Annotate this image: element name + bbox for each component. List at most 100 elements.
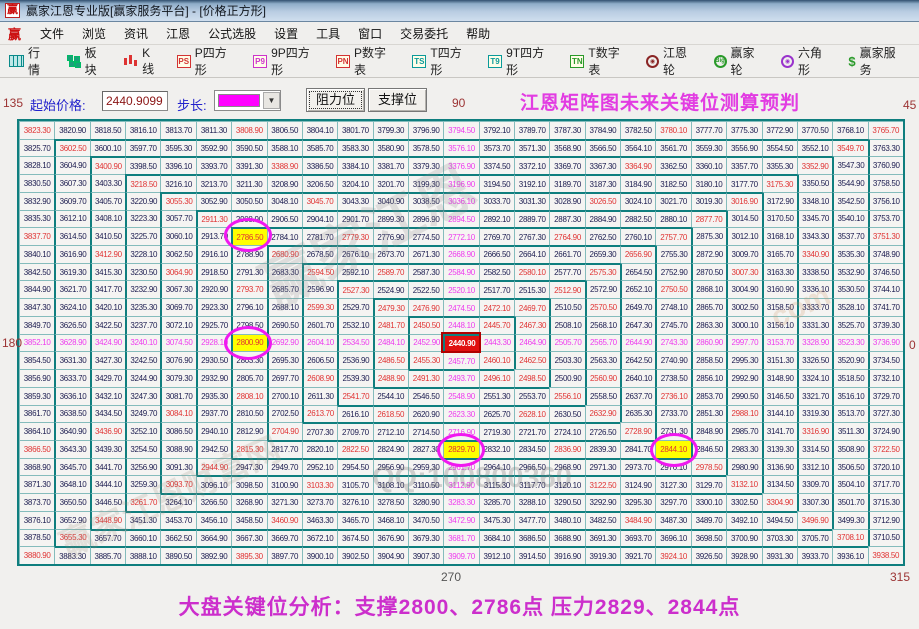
grid-cell[interactable]: 3597.70 <box>125 139 160 157</box>
grid-cell[interactable]: 3876.10 <box>19 511 54 529</box>
grid-cell[interactable]: 3103.30 <box>302 475 337 493</box>
grid-cell[interactable]: 3856.90 <box>19 369 54 387</box>
grid-cell[interactable]: 3588.10 <box>267 139 302 157</box>
grid-cell[interactable]: 3232.90 <box>125 280 160 298</box>
grid-cell[interactable]: 3746.50 <box>868 263 903 281</box>
grid-cell[interactable]: 3900.10 <box>302 546 337 564</box>
grid-cell[interactable]: 3840.10 <box>19 245 54 263</box>
grid-cell[interactable]: 3482.50 <box>585 511 620 529</box>
grid-cell[interactable]: 3828.10 <box>19 156 54 174</box>
grid-cell[interactable]: 3842.50 <box>19 263 54 281</box>
grid-cell[interactable]: 3396.10 <box>160 156 195 174</box>
grid-cell[interactable]: 2868.10 <box>691 280 726 298</box>
grid-cell[interactable]: 2642.50 <box>620 351 655 369</box>
grid-cell[interactable]: 3806.50 <box>267 121 302 139</box>
grid-cell[interactable]: 3367.30 <box>585 156 620 174</box>
grid-cell[interactable]: 3904.90 <box>373 546 408 564</box>
grid-cell[interactable]: 3050.50 <box>231 192 266 210</box>
grid-cell[interactable]: 3021.70 <box>655 192 690 210</box>
grid-cell[interactable]: 3607.30 <box>54 174 89 192</box>
grid-cell[interactable]: 2767.30 <box>514 227 549 245</box>
grid-cell[interactable]: 2978.50 <box>691 458 726 476</box>
grid-cell[interactable]: 2556.10 <box>549 387 584 405</box>
grid-cell[interactable]: 3417.70 <box>90 280 125 298</box>
grid-cell[interactable]: 3686.50 <box>514 529 549 547</box>
grid-cell[interactable]: 2659.30 <box>585 245 620 263</box>
grid-cell[interactable]: 3604.90 <box>54 156 89 174</box>
grid-cell[interactable]: 2625.70 <box>479 405 514 423</box>
grid-cell[interactable]: 3674.50 <box>337 529 372 547</box>
grid-cell[interactable]: 2892.10 <box>479 210 514 228</box>
grid-cell[interactable]: 2928.10 <box>196 334 231 352</box>
grid-cell[interactable]: 2493.70 <box>443 369 478 387</box>
grid-cell[interactable]: 3818.50 <box>90 121 125 139</box>
grid-cell[interactable]: 3600.10 <box>90 139 125 157</box>
grid-cell[interactable]: 2846.50 <box>691 440 726 458</box>
toolbar-button-9T四方形[interactable]: T99T四方形 <box>485 42 558 80</box>
grid-cell[interactable]: 2671.30 <box>408 245 443 263</box>
grid-cell[interactable]: 2553.70 <box>514 387 549 405</box>
grid-cell[interactable]: 3153.70 <box>762 334 797 352</box>
grid-cell[interactable]: 3408.10 <box>90 210 125 228</box>
grid-cell[interactable]: 3177.70 <box>726 174 761 192</box>
grid-cell[interactable]: 3573.70 <box>479 139 514 157</box>
grid-cell[interactable]: 3122.50 <box>585 475 620 493</box>
grid-cell[interactable]: 2623.30 <box>443 405 478 423</box>
grid-cell[interactable]: 3592.90 <box>196 139 231 157</box>
grid-cell[interactable]: 3124.90 <box>620 475 655 493</box>
grid-cell[interactable]: 3439.30 <box>90 440 125 458</box>
grid-cell[interactable]: 2858.50 <box>691 351 726 369</box>
grid-cell[interactable]: 3657.70 <box>90 529 125 547</box>
grid-cell[interactable]: 3873.70 <box>19 493 54 511</box>
grid-cell[interactable]: 2995.30 <box>726 351 761 369</box>
grid-cell[interactable]: 3700.90 <box>726 529 761 547</box>
toolbar-button-9P四方形[interactable]: P99P四方形 <box>250 42 324 80</box>
grid-cell[interactable]: 3434.50 <box>90 405 125 423</box>
toolbar-button-板块[interactable]: 板块 <box>64 42 112 80</box>
grid-cell[interactable]: 2980.90 <box>726 458 761 476</box>
grid-cell[interactable]: 3691.30 <box>585 529 620 547</box>
grid-cell[interactable]: 3748.90 <box>868 245 903 263</box>
grid-cell[interactable]: 3285.70 <box>479 493 514 511</box>
grid-cell[interactable]: 3398.50 <box>125 156 160 174</box>
grid-cell[interactable]: 3144.10 <box>762 405 797 423</box>
grid-cell[interactable]: 2517.70 <box>479 280 514 298</box>
grid-cell[interactable]: 2824.90 <box>373 440 408 458</box>
grid-cell[interactable]: 3775.30 <box>726 121 761 139</box>
grid-cell[interactable]: 3288.10 <box>514 493 549 511</box>
grid-cell[interactable]: 2700.10 <box>267 387 302 405</box>
grid-cell[interactable]: 3259.30 <box>125 475 160 493</box>
grid-cell[interactable]: 3211.30 <box>231 174 266 192</box>
grid-cell[interactable]: 3201.70 <box>373 174 408 192</box>
grid-cell[interactable]: 3362.50 <box>655 156 690 174</box>
grid-cell[interactable]: 3681.70 <box>443 529 478 547</box>
grid-cell[interactable]: 3228.10 <box>125 245 160 263</box>
grid-cell[interactable]: 2997.70 <box>726 334 761 352</box>
grid-cell[interactable]: 3578.50 <box>408 139 443 157</box>
grid-cell[interactable]: 2815.30 <box>231 440 266 458</box>
grid-cell[interactable]: 2863.30 <box>691 316 726 334</box>
grid-cell[interactable]: 3813.70 <box>160 121 195 139</box>
grid-cell[interactable]: 3081.70 <box>160 387 195 405</box>
grid-cell[interactable]: 2899.30 <box>373 210 408 228</box>
grid-cell[interactable]: 3897.70 <box>267 546 302 564</box>
grid-cell[interactable]: 3314.50 <box>797 440 832 458</box>
grid-cell[interactable]: 3120.10 <box>549 475 584 493</box>
grid-cell[interactable]: 3645.70 <box>54 458 89 476</box>
grid-cell[interactable]: 3739.30 <box>868 316 903 334</box>
grid-cell[interactable]: 2740.90 <box>655 351 690 369</box>
grid-cell[interactable]: 2860.90 <box>691 334 726 352</box>
grid-cell[interactable]: 3890.50 <box>160 546 195 564</box>
grid-cell[interactable]: 3237.70 <box>125 316 160 334</box>
grid-cell[interactable]: 3357.70 <box>726 156 761 174</box>
grid-cell[interactable]: 3772.90 <box>762 121 797 139</box>
grid-cell[interactable]: 3885.70 <box>90 546 125 564</box>
grid-cell[interactable]: 3069.70 <box>160 298 195 316</box>
grid-cell[interactable]: 3388.90 <box>267 156 302 174</box>
grid-cell[interactable]: 3240.10 <box>125 334 160 352</box>
grid-cell[interactable]: 2488.90 <box>373 369 408 387</box>
grid-cell[interactable]: 3679.30 <box>408 529 443 547</box>
grid-cell[interactable]: 3196.90 <box>443 174 478 192</box>
grid-cell[interactable]: 2757.70 <box>655 227 690 245</box>
grid-cell[interactable]: 2916.10 <box>196 245 231 263</box>
